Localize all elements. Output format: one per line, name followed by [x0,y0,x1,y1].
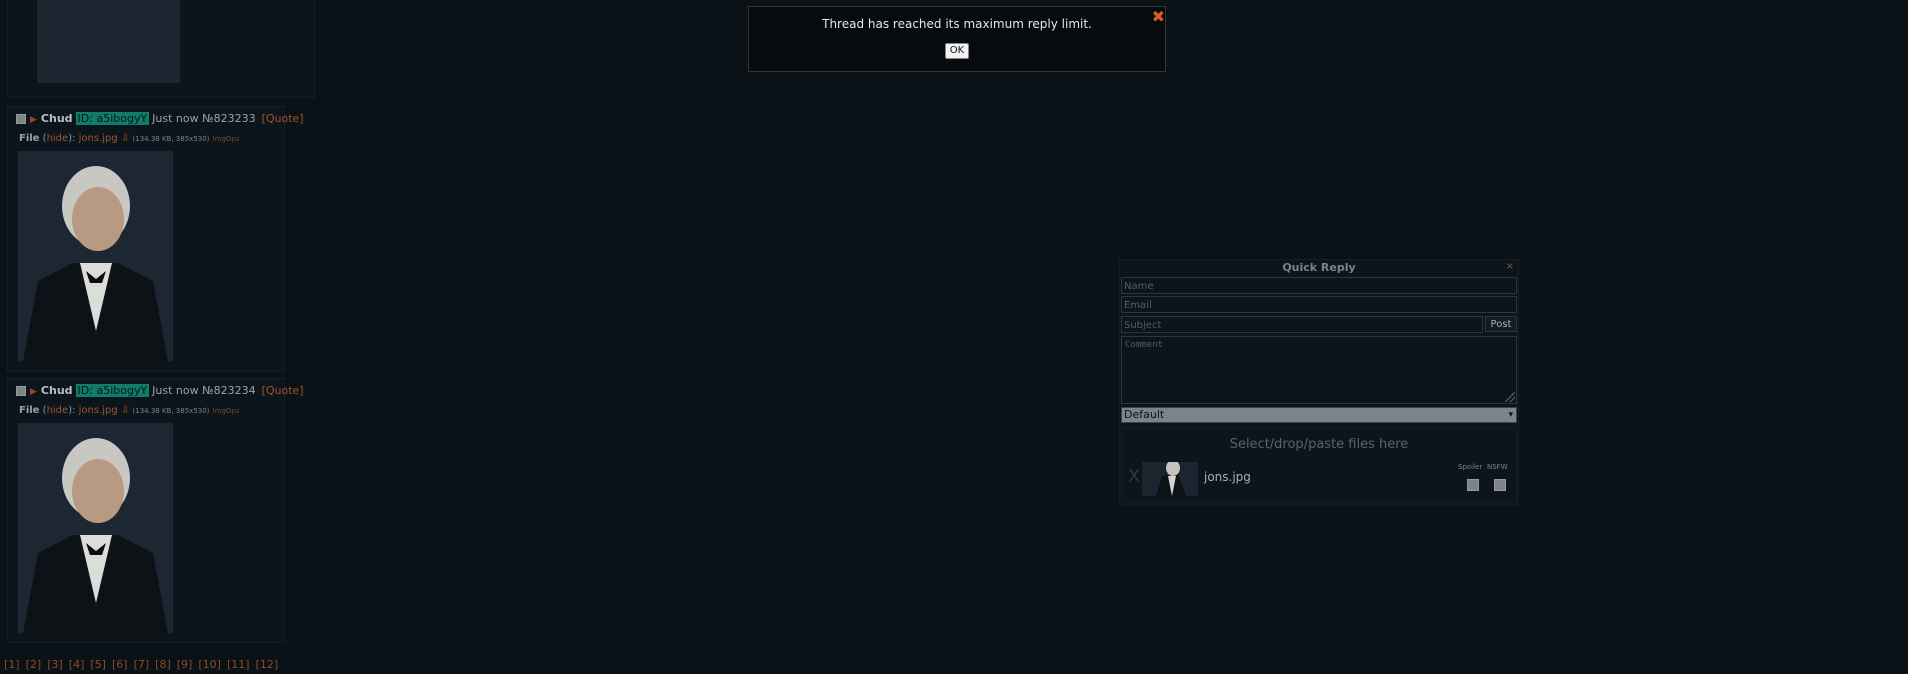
nsfw-label: NSFW [1487,463,1508,471]
post-time: Just now [152,384,199,397]
portrait-image [18,151,173,361]
poster-id-badge[interactable]: ID: a5ibogyY [75,112,150,125]
quick-reply-panel: Quick Reply × Name Email Subject Post Co… [1119,259,1519,506]
file-info: File (hide): jons.jpg ⇩ (134.38 KB, 385x… [19,405,240,416]
page-link-10[interactable]: [10] [198,658,221,671]
close-x-icon[interactable]: ✖ [1152,7,1165,26]
spoiler-checkbox[interactable] [1467,479,1479,491]
portrait-image [18,423,173,633]
file-meta: (134.38 KB, 385x530) [132,135,210,143]
portrait-image [37,0,180,83]
page-link-2[interactable]: [2] [26,658,42,671]
quote-link[interactable]: [Quote] [262,112,304,125]
email-field[interactable]: Email [1121,296,1517,313]
spoiler-label: Spoiler [1458,463,1483,471]
subject-field[interactable]: Subject [1121,316,1483,333]
page-link-5[interactable]: [5] [90,658,106,671]
post-image[interactable] [18,151,173,361]
flag-select-value: Default [1124,408,1165,421]
poster-name: Chud [40,112,73,125]
file-label: File [19,405,40,416]
post-823233: ▶ Chud ID: a5ibogyY Just now №823233 [Quote]… [7,106,304,372]
post-menu-arrow-icon[interactable]: ▶ [30,115,37,125]
post-823234: ▶ Chud ID: a5ibogyY Just now №823234 [Quote]… [7,378,304,643]
post-header: ▶ Chud ID: a5ibogyY Just now №823233 [Quote] [16,111,304,128]
hide-link[interactable]: hide [47,405,69,416]
post-number[interactable]: №823234 [202,384,255,397]
pagination: [1] [2] [3] [4] [5] [6] [7] [8] [9] [10] [11] [12] [4,658,284,671]
portrait-thumb-image [1142,462,1198,496]
resize-handle-icon[interactable] [1505,392,1515,402]
post-menu-arrow-icon[interactable]: ▶ [30,387,37,397]
flag-select[interactable]: Default ▾ [1121,407,1517,423]
file-meta: (134.38 KB, 385x530) [132,407,210,415]
post-partial-top [7,0,315,98]
download-icon[interactable]: ⇩ [121,405,129,416]
select-checkbox[interactable] [16,386,26,396]
quick-reply-title[interactable]: Quick Reply [1120,261,1518,274]
file-dropzone[interactable]: Select/drop/paste files here X jons.jpg … [1121,427,1517,503]
poster-name: Chud [40,384,73,397]
quick-reply-close-icon[interactable]: × [1506,261,1514,272]
post-number[interactable]: №823233 [202,112,255,125]
download-icon[interactable]: ⇩ [121,133,129,144]
comment-placeholder: Comment [1125,340,1163,350]
imgops-link[interactable]: ImgOps [213,407,240,415]
post-header: ▶ Chud ID: a5ibogyY Just now №823234 [Quote] [16,383,304,400]
page-link-12[interactable]: [12] [256,658,279,671]
post-time: Just now [152,112,199,125]
nsfw-checkbox[interactable] [1494,479,1506,491]
page-link-11[interactable]: [11] [227,658,250,671]
page-link-3[interactable]: [3] [47,658,63,671]
comment-textarea[interactable]: Comment [1121,336,1517,404]
post-button[interactable]: Post [1485,316,1517,332]
post-image[interactable] [18,423,173,633]
alert-dialog: Thread has reached its maximum reply lim… [748,6,1166,72]
page-link-6[interactable]: [6] [112,658,128,671]
quote-link[interactable]: [Quote] [262,384,304,397]
page-link-9[interactable]: [9] [177,658,193,671]
hide-link[interactable]: hide [47,133,69,144]
file-label: File [19,133,40,144]
page-link-7[interactable]: [7] [134,658,150,671]
select-checkbox[interactable] [16,114,26,124]
name-field[interactable]: Name [1121,277,1517,294]
alert-message: Thread has reached its maximum reply lim… [822,17,1092,31]
ok-button[interactable]: OK [945,43,969,59]
file-info: File (hide): jons.jpg ⇩ (134.38 KB, 385x… [19,133,240,144]
dropzone-hint: Select/drop/paste files here [1229,437,1409,452]
page-link-4[interactable]: [4] [69,658,85,671]
file-link[interactable]: jons.jpg [79,405,118,416]
poster-id-badge[interactable]: ID: a5ibogyY [75,384,150,397]
file-thumbnail [1142,462,1198,496]
attached-file-name: jons.jpg [1204,470,1251,484]
page-link-8[interactable]: [8] [155,658,171,671]
imgops-link[interactable]: ImgOps [213,135,240,143]
chevron-down-icon: ▾ [1508,410,1513,420]
post-image-partial[interactable] [37,0,180,83]
file-link[interactable]: jons.jpg [79,133,118,144]
page-link-1[interactable]: [1] [4,658,20,671]
remove-file-button[interactable]: X [1128,466,1140,487]
